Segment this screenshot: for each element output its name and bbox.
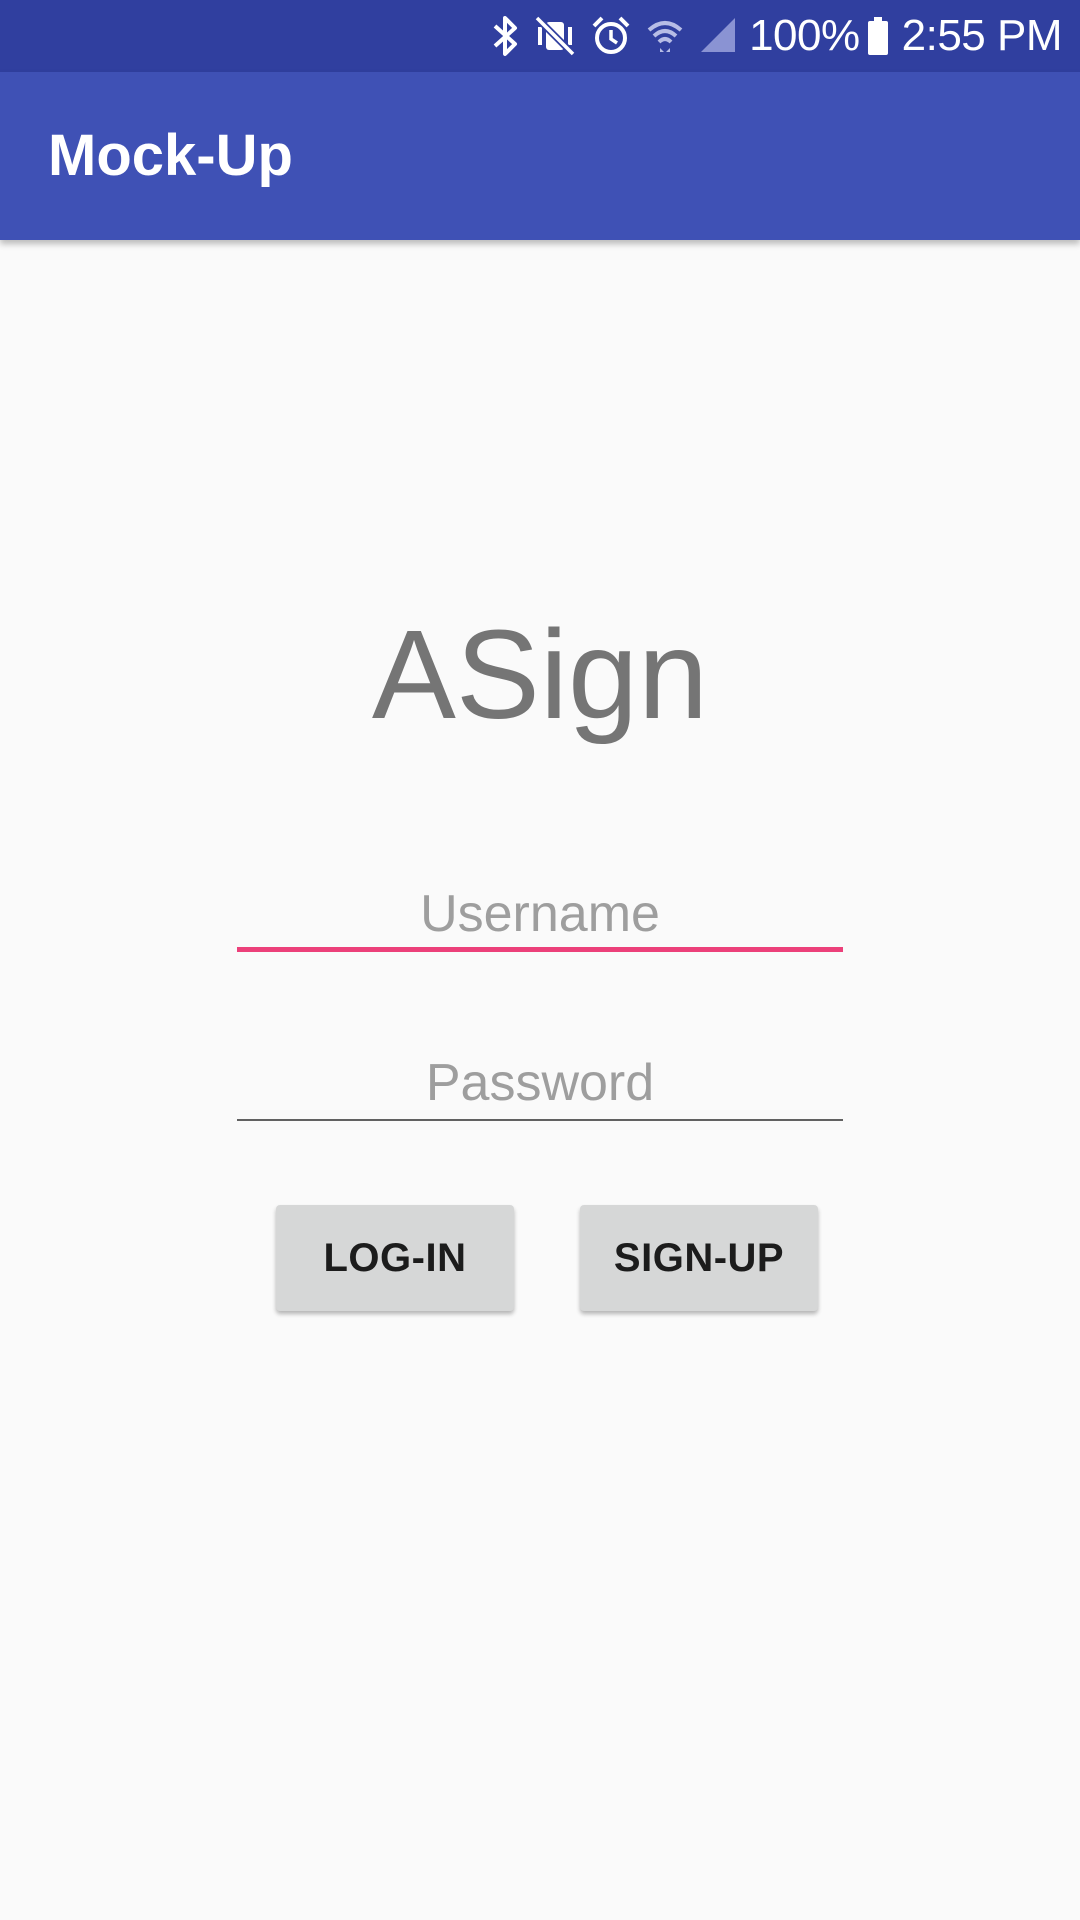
cell-signal-icon bbox=[699, 14, 737, 58]
app-title: Mock-Up bbox=[48, 123, 293, 188]
alarm-icon bbox=[591, 14, 631, 58]
login-screen: ASign LOG-IN SIGN-UP bbox=[0, 240, 1080, 1920]
battery-percent: 100% bbox=[749, 11, 860, 60]
username-underline bbox=[237, 947, 843, 952]
username-field[interactable] bbox=[237, 882, 843, 952]
battery-icon bbox=[866, 14, 890, 58]
signup-button[interactable]: SIGN-UP bbox=[580, 1205, 818, 1311]
app-logo-text: ASign bbox=[371, 604, 709, 745]
password-field[interactable] bbox=[237, 1051, 843, 1121]
login-button[interactable]: LOG-IN bbox=[276, 1205, 514, 1311]
app-bar: Mock-Up bbox=[0, 72, 1080, 240]
bluetooth-icon bbox=[491, 14, 519, 58]
wifi-icon bbox=[645, 14, 685, 58]
status-icons: 100% 2:55 PM bbox=[477, 0, 1063, 72]
vibrate-mute-icon bbox=[533, 14, 577, 58]
clock: 2:55 PM bbox=[901, 11, 1063, 60]
password-underline bbox=[237, 1119, 843, 1121]
password-input[interactable] bbox=[237, 1051, 843, 1115]
status-bar: 100% 2:55 PM bbox=[0, 0, 1080, 72]
username-input[interactable] bbox=[237, 882, 843, 946]
